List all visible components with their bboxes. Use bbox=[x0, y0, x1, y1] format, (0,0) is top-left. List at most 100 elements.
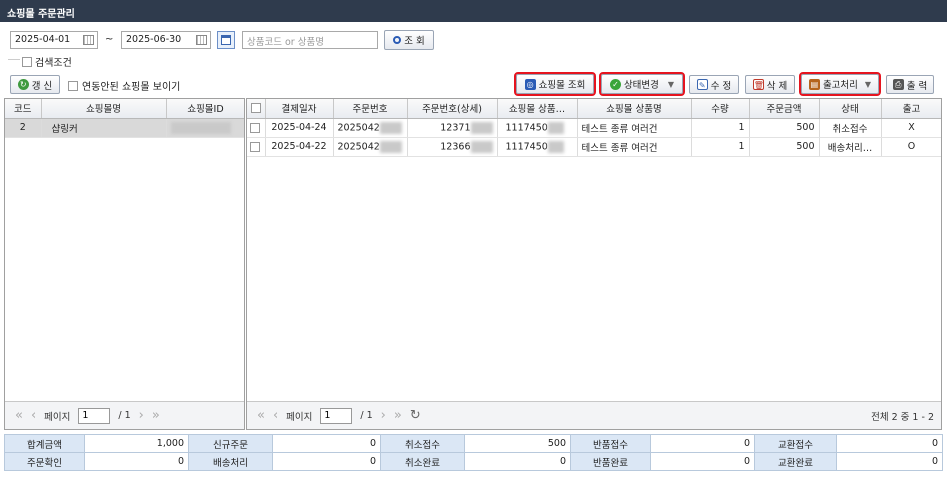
order-number-text: 2025042 bbox=[337, 141, 380, 152]
summary-label: 합계금액 bbox=[4, 434, 85, 453]
summary-label: 취소완료 bbox=[380, 452, 465, 471]
shipping-button[interactable]: ▤ 출고처리 ▼ bbox=[799, 72, 881, 96]
lookup-icon: ◎ bbox=[524, 78, 536, 90]
order-number: 2025042 bbox=[333, 118, 408, 138]
checkbox-icon[interactable] bbox=[250, 122, 260, 133]
mall-grid: 코드 쇼핑몰명 쇼핑몰ID 2 샵링커 « ‹ 페이지 / 1 › » bbox=[4, 98, 245, 430]
shipped-flag: O bbox=[881, 137, 941, 157]
print-button[interactable]: ⎙ 출 력 bbox=[886, 75, 934, 94]
column-header[interactable]: 쇼핑몰ID bbox=[166, 99, 244, 119]
shipping-label: 출고처리 bbox=[822, 80, 858, 91]
summary-row: 합계금액 1,000 신규주문 0 취소접수 500 반품접수 0 교환접수 0 bbox=[4, 434, 943, 453]
mall-id bbox=[166, 118, 244, 138]
column-header[interactable]: 결제일자 bbox=[265, 99, 334, 119]
summary-label: 반품접수 bbox=[570, 434, 651, 453]
mall-code: 2 bbox=[5, 118, 42, 138]
status-change-button[interactable]: ✓ 상태변경 ▼ bbox=[599, 72, 685, 96]
refresh-label: 갱 신 bbox=[31, 80, 53, 92]
summary-label: 반품완료 bbox=[570, 452, 651, 471]
search-button[interactable]: 조 회 bbox=[384, 30, 434, 50]
next-page-icon[interactable]: › bbox=[381, 408, 386, 423]
edit-button[interactable]: ✎ 수 정 bbox=[689, 75, 739, 94]
column-header[interactable]: 코드 bbox=[5, 99, 42, 119]
reload-icon[interactable]: ↻ bbox=[410, 408, 421, 423]
order-detail-text: 12366 bbox=[440, 141, 471, 152]
order-detail-text: 12371 bbox=[440, 122, 471, 133]
search-condition-toggle[interactable]: 검색조건 bbox=[20, 54, 74, 69]
date-to-field[interactable]: 2025-06-30 bbox=[121, 31, 211, 49]
table-row[interactable]: 2025-04-24 2025042 12371 1117450 테스트 종류 … bbox=[247, 118, 941, 138]
calendar-grid-icon[interactable] bbox=[196, 35, 207, 45]
prev-page-icon[interactable]: ‹ bbox=[31, 408, 36, 423]
order-status: 취소접수 bbox=[819, 118, 882, 138]
column-header[interactable]: 쇼핑몰 상품명 bbox=[577, 99, 692, 119]
date-from-field[interactable]: 2025-04-01 bbox=[10, 31, 98, 49]
delete-button[interactable]: 🗑 삭 제 bbox=[745, 75, 795, 94]
checkbox-icon[interactable] bbox=[22, 56, 32, 67]
product-name: 테스트 종류 여러건 bbox=[577, 137, 692, 157]
summary-value: 0 bbox=[836, 452, 943, 471]
order-number-text: 2025042 bbox=[337, 122, 380, 133]
summary-value: 0 bbox=[836, 434, 943, 453]
date-to-value: 2025-06-30 bbox=[126, 34, 182, 45]
table-row[interactable]: 2025-04-22 2025042 12366 1117450 테스트 종류 … bbox=[247, 137, 941, 157]
search-condition-label: 검색조건 bbox=[35, 58, 72, 69]
summary-label: 주문확인 bbox=[4, 452, 85, 471]
payment-date: 2025-04-22 bbox=[265, 137, 334, 157]
order-detail-number: 12371 bbox=[407, 118, 498, 138]
order-amount: 500 bbox=[749, 137, 820, 157]
page-input[interactable] bbox=[78, 407, 111, 424]
first-page-icon[interactable]: « bbox=[257, 408, 265, 423]
delete-label: 삭 제 bbox=[766, 80, 788, 92]
select-all-header[interactable] bbox=[247, 99, 266, 119]
summary-table: 합계금액 1,000 신규주문 0 취소접수 500 반품접수 0 교환접수 0… bbox=[4, 434, 943, 471]
product-name: 테스트 종류 여러건 bbox=[577, 118, 692, 138]
status-change-label: 상태변경 bbox=[623, 80, 659, 91]
calendar-grid-icon[interactable] bbox=[83, 35, 94, 45]
search-input[interactable]: 상품코드 or 상품명 bbox=[242, 31, 378, 49]
check-circle-icon: ✓ bbox=[609, 78, 621, 90]
order-pager: « ‹ 페이지 / 1 › » ↻ 전체 2 중 1 - 2 bbox=[247, 401, 941, 429]
prev-page-icon[interactable]: ‹ bbox=[273, 408, 278, 423]
checkbox-icon[interactable] bbox=[68, 80, 78, 91]
column-header[interactable]: 쇼핑몰명 bbox=[41, 99, 167, 119]
summary-value: 0 bbox=[650, 452, 755, 471]
edit-icon: ✎ bbox=[696, 79, 708, 90]
printer-icon: ⎙ bbox=[892, 79, 904, 90]
summary-value: 0 bbox=[650, 434, 755, 453]
next-page-icon[interactable]: › bbox=[139, 408, 144, 423]
checkbox-icon[interactable] bbox=[250, 141, 260, 152]
column-header[interactable]: 주문번호(상세) bbox=[407, 99, 498, 119]
total-pages: / 1 bbox=[360, 410, 373, 421]
window-title: 쇼핑몰 주문관리 bbox=[0, 0, 947, 22]
mall-pager: « ‹ 페이지 / 1 › » bbox=[5, 401, 244, 429]
row-select[interactable] bbox=[247, 118, 266, 138]
total-pages: / 1 bbox=[118, 410, 131, 421]
summary-label: 신규주문 bbox=[188, 434, 273, 453]
page-input[interactable] bbox=[320, 407, 353, 424]
last-page-icon[interactable]: » bbox=[394, 408, 402, 423]
column-header[interactable]: 상태 bbox=[819, 99, 882, 119]
summary-value: 0 bbox=[84, 452, 189, 471]
summary-value: 0 bbox=[272, 452, 381, 471]
column-header[interactable]: 주문금액 bbox=[749, 99, 820, 119]
table-row[interactable]: 2 샵링커 bbox=[5, 118, 244, 138]
row-select[interactable] bbox=[247, 137, 266, 157]
summary-value: 1,000 bbox=[84, 434, 189, 453]
last-page-icon[interactable]: » bbox=[152, 408, 160, 423]
order-status: 배송처리… bbox=[819, 137, 882, 157]
mall-product-text: 1117450 bbox=[505, 122, 548, 133]
column-header[interactable]: 쇼핑몰 상품… bbox=[497, 99, 578, 119]
column-header[interactable]: 출고 bbox=[881, 99, 941, 119]
checkbox-icon[interactable] bbox=[250, 103, 261, 114]
mall-lookup-button[interactable]: ◎ 쇼핑몰 조회 bbox=[514, 72, 596, 96]
calendar-icon[interactable] bbox=[217, 31, 235, 49]
summary-label: 교환완료 bbox=[754, 452, 837, 471]
column-header[interactable]: 주문번호 bbox=[333, 99, 408, 119]
column-header[interactable]: 수량 bbox=[691, 99, 750, 119]
shipped-flag: X bbox=[881, 118, 941, 138]
first-page-icon[interactable]: « bbox=[15, 408, 23, 423]
summary-value: 0 bbox=[272, 434, 381, 453]
show-linked-toggle[interactable]: 연동안된 쇼핑몰 보이기 bbox=[68, 78, 180, 93]
refresh-button[interactable]: ↻ 갱 신 bbox=[10, 75, 60, 94]
